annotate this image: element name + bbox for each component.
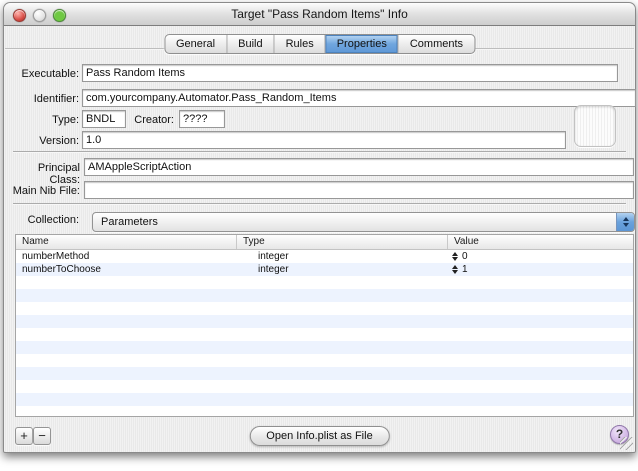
main-nib-file-field[interactable] <box>84 181 634 199</box>
divider-line <box>13 151 626 152</box>
table-body: numberMethodinteger0numberToChooseintege… <box>16 250 633 417</box>
table-row[interactable]: numberMethodinteger 0 <box>16 250 633 263</box>
identifier-field[interactable] <box>82 89 636 107</box>
table-filler-row <box>16 289 633 302</box>
resize-grip[interactable] <box>620 437 633 450</box>
info-tabs: GeneralBuildRulesPropertiesComments <box>164 34 475 54</box>
window-title: Target "Pass Random Items" Info <box>4 7 635 21</box>
value-stepper-icon[interactable] <box>452 265 458 274</box>
cell-value[interactable]: 0 <box>448 250 633 263</box>
executable-field[interactable] <box>82 64 618 82</box>
tab-properties[interactable]: Properties <box>326 35 399 53</box>
cell-type[interactable]: integer <box>237 263 448 276</box>
cell-name[interactable]: numberMethod <box>16 250 237 263</box>
collection-popup-value: Parameters <box>93 216 616 228</box>
cell-type[interactable]: integer <box>237 250 448 263</box>
titlebar[interactable]: Target "Pass Random Items" Info <box>4 3 635 26</box>
table-filler-row <box>16 354 633 367</box>
parameters-table: Name Type Value numberMethodinteger0numb… <box>15 234 634 417</box>
cell-value[interactable]: 1 <box>448 263 633 276</box>
value-text: 1 <box>462 263 468 276</box>
icon-well[interactable] <box>574 105 616 147</box>
table-filler-row <box>16 393 633 406</box>
target-info-window: Target "Pass Random Items" Info GeneralB… <box>3 2 636 453</box>
version-label: Version: <box>9 135 79 147</box>
tab-rules[interactable]: Rules <box>275 35 326 53</box>
principal-class-field[interactable] <box>84 158 634 176</box>
table-filler-row <box>16 380 633 393</box>
table-filler-row <box>16 406 633 417</box>
column-header-name[interactable]: Name <box>16 235 237 249</box>
table-row[interactable]: numberToChooseinteger 1 <box>16 263 633 276</box>
table-filler-row <box>16 328 633 341</box>
table-filler-row <box>16 315 633 328</box>
creator-label: Creator: <box>124 114 174 126</box>
popup-arrows-icon <box>616 213 634 231</box>
creator-field[interactable] <box>179 110 225 128</box>
column-header-type[interactable]: Type <box>237 235 448 249</box>
table-filler-row <box>16 276 633 289</box>
principal-class-label: Principal Class: <box>6 162 80 186</box>
remove-parameter-button[interactable]: − <box>33 427 51 445</box>
version-field[interactable] <box>82 131 566 149</box>
value-stepper-icon[interactable] <box>452 252 458 261</box>
executable-label: Executable: <box>9 68 79 80</box>
tab-build[interactable]: Build <box>227 35 274 53</box>
cell-name[interactable]: numberToChoose <box>16 263 237 276</box>
identifier-label: Identifier: <box>9 93 79 105</box>
table-filler-row <box>16 302 633 315</box>
tab-comments[interactable]: Comments <box>399 35 474 53</box>
value-text: 0 <box>462 250 468 263</box>
main-nib-file-label: Main Nib File: <box>6 185 80 197</box>
open-info-plist-button[interactable]: Open Info.plist as File <box>249 426 389 446</box>
table-header: Name Type Value <box>16 235 633 250</box>
table-filler-row <box>16 341 633 354</box>
divider-line <box>13 203 626 204</box>
type-field[interactable] <box>82 110 126 128</box>
collection-label: Collection: <box>9 214 79 226</box>
tab-general[interactable]: General <box>165 35 227 53</box>
collection-popup[interactable]: Parameters <box>92 212 635 232</box>
table-filler-row <box>16 367 633 380</box>
add-parameter-button[interactable]: + <box>15 427 33 445</box>
column-header-value[interactable]: Value <box>448 235 633 249</box>
screenshot-canvas: Target "Pass Random Items" Info GeneralB… <box>0 0 638 471</box>
type-label: Type: <box>9 114 79 126</box>
